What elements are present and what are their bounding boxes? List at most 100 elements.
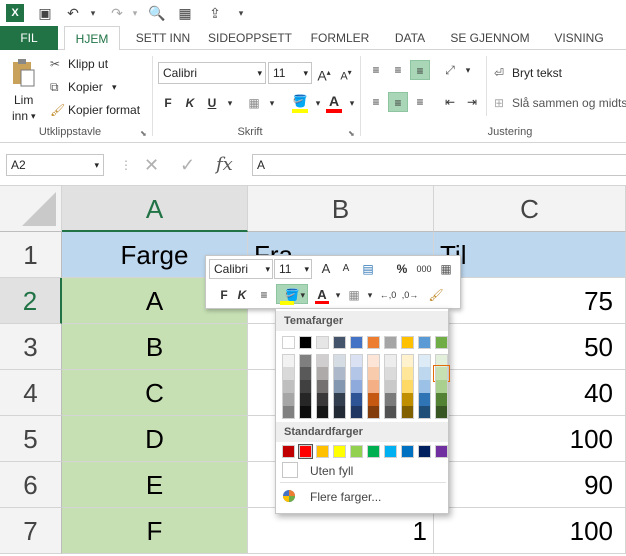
theme-shade-swatch[interactable] — [316, 393, 329, 406]
undo-dropdown-icon[interactable]: ▾ — [84, 4, 102, 22]
merge-icon[interactable]: ⊞ — [494, 95, 504, 111]
cell-c1[interactable]: Til — [434, 232, 626, 278]
tab-formulas[interactable]: FORMLER — [304, 26, 376, 50]
redo-icon[interactable]: ↷ — [108, 4, 126, 22]
mini-borders-dropdown-icon[interactable]: ▾ — [360, 285, 380, 305]
theme-shade-swatch[interactable] — [333, 354, 346, 367]
theme-shade-swatch[interactable] — [384, 406, 397, 419]
cell-c2[interactable]: 75 — [434, 278, 626, 324]
mini-decrease-decimal-icon[interactable]: ,0→ — [400, 285, 420, 305]
orientation-icon[interactable]: ⤢ — [440, 60, 460, 80]
cell-a6[interactable]: E — [62, 462, 248, 508]
redo-dropdown-icon[interactable]: ▾ — [126, 4, 144, 22]
merge-center-button[interactable]: Slå sammen og midts — [512, 95, 626, 111]
bold-button[interactable]: F — [158, 93, 178, 113]
standard-color-swatch[interactable] — [316, 445, 329, 458]
theme-shade-swatch[interactable] — [384, 367, 397, 380]
row-header[interactable]: 7 — [0, 508, 62, 554]
format-painter-icon[interactable]: 🖌 — [50, 102, 65, 118]
tab-insert[interactable]: SETT INN — [128, 26, 198, 50]
theme-shade-swatch[interactable] — [435, 406, 448, 419]
row-header[interactable]: 4 — [0, 370, 62, 416]
copy-icon[interactable]: ⧉ — [50, 79, 59, 95]
tab-file[interactable]: FIL — [0, 26, 58, 50]
cancel-icon[interactable]: ✕ — [144, 155, 159, 176]
borders-dropdown-icon[interactable]: ▾ — [262, 93, 282, 113]
theme-shade-swatch[interactable] — [384, 393, 397, 406]
theme-shade-swatch[interactable] — [316, 367, 329, 380]
clipboard-launcher-icon[interactable]: ⬊ — [140, 126, 147, 142]
align-right-icon[interactable]: ≡ — [410, 92, 430, 112]
theme-shade-swatch[interactable] — [282, 380, 295, 393]
paste-icon[interactable] — [10, 58, 36, 88]
theme-shade-swatch[interactable] — [418, 406, 431, 419]
standard-color-swatch[interactable] — [418, 445, 431, 458]
theme-shade-swatch[interactable] — [418, 393, 431, 406]
decrease-font-icon[interactable]: A▾ — [336, 63, 356, 83]
theme-shade-swatch[interactable] — [333, 393, 346, 406]
increase-font-icon[interactable]: A▴ — [314, 63, 334, 84]
standard-color-swatch[interactable] — [282, 445, 295, 458]
theme-color-swatch[interactable] — [282, 336, 295, 349]
enter-icon[interactable]: ✓ — [180, 155, 195, 176]
theme-shade-swatch[interactable] — [316, 406, 329, 419]
tab-review[interactable]: SE GJENNOM — [444, 26, 536, 50]
cell-a5[interactable]: D — [62, 416, 248, 462]
theme-shade-swatch[interactable] — [418, 354, 431, 367]
column-header-a[interactable]: A — [62, 186, 248, 232]
theme-shade-swatch[interactable] — [384, 380, 397, 393]
no-fill-icon[interactable] — [282, 462, 298, 478]
mini-center-icon[interactable]: ≡ — [254, 285, 274, 305]
theme-color-swatch[interactable] — [316, 336, 329, 349]
copy-dropdown-icon[interactable]: ▾ — [112, 79, 117, 95]
theme-color-swatch[interactable] — [384, 336, 397, 349]
standard-color-swatch[interactable] — [401, 445, 414, 458]
mini-font-box[interactable]: Calibri ▾ — [209, 259, 273, 279]
theme-shade-swatch[interactable] — [333, 367, 346, 380]
cell-c3[interactable]: 50 — [434, 324, 626, 370]
theme-shade-swatch[interactable] — [418, 380, 431, 393]
theme-shade-swatch[interactable] — [367, 367, 380, 380]
paste-label-2[interactable]: inn — [12, 108, 28, 124]
copy-button[interactable]: Kopier — [68, 79, 103, 95]
theme-shade-swatch[interactable] — [299, 354, 312, 367]
font-size-box[interactable]: 11 ▾ — [268, 62, 312, 84]
theme-color-swatch[interactable] — [435, 336, 448, 349]
undo-icon[interactable]: ↶ — [64, 4, 82, 22]
name-box[interactable]: A2 ▾ — [6, 154, 104, 176]
theme-shade-swatch[interactable] — [282, 367, 295, 380]
mini-format-table-icon[interactable]: ▦ — [436, 259, 456, 279]
insert-function-icon[interactable]: fx — [216, 154, 233, 175]
mini-bold-button[interactable]: F — [214, 285, 234, 305]
decrease-indent-icon[interactable]: ⇤ — [440, 92, 460, 112]
cell-a7[interactable]: F — [62, 508, 248, 554]
theme-shade-swatch[interactable] — [316, 380, 329, 393]
wrap-text-button[interactable]: Bryt tekst — [512, 65, 562, 81]
theme-shade-swatch[interactable] — [350, 380, 363, 393]
mini-grow-font-icon[interactable]: A — [316, 259, 336, 279]
theme-shade-swatch[interactable] — [401, 367, 414, 380]
theme-shade-swatch[interactable] — [401, 380, 414, 393]
theme-shade-swatch[interactable] — [299, 393, 312, 406]
paste-label[interactable]: Lim — [14, 92, 33, 108]
theme-shade-swatch[interactable] — [367, 406, 380, 419]
tab-data[interactable]: DATA — [384, 26, 436, 50]
theme-shade-swatch[interactable] — [282, 393, 295, 406]
theme-shade-swatch[interactable] — [401, 406, 414, 419]
mini-thousands-button[interactable]: 000 — [414, 259, 434, 279]
mini-italic-button[interactable]: K — [232, 285, 252, 305]
theme-shade-swatch[interactable] — [433, 365, 450, 382]
theme-shade-swatch[interactable] — [435, 380, 448, 393]
theme-shade-swatch[interactable] — [418, 367, 431, 380]
theme-shade-swatch[interactable] — [282, 406, 295, 419]
cell-a3[interactable]: B — [62, 324, 248, 370]
customize-qat-icon[interactable]: ▾ — [232, 4, 250, 22]
theme-color-swatch[interactable] — [418, 336, 431, 349]
cell-c4[interactable]: 40 — [434, 370, 626, 416]
no-fill-option[interactable]: Uten fyll — [310, 464, 353, 478]
row-header[interactable]: 3 — [0, 324, 62, 370]
align-top-icon[interactable]: ≡ — [366, 60, 386, 80]
column-header-b[interactable]: B — [248, 186, 434, 232]
row-header[interactable]: 2 — [0, 278, 62, 324]
theme-color-swatch[interactable] — [401, 336, 414, 349]
